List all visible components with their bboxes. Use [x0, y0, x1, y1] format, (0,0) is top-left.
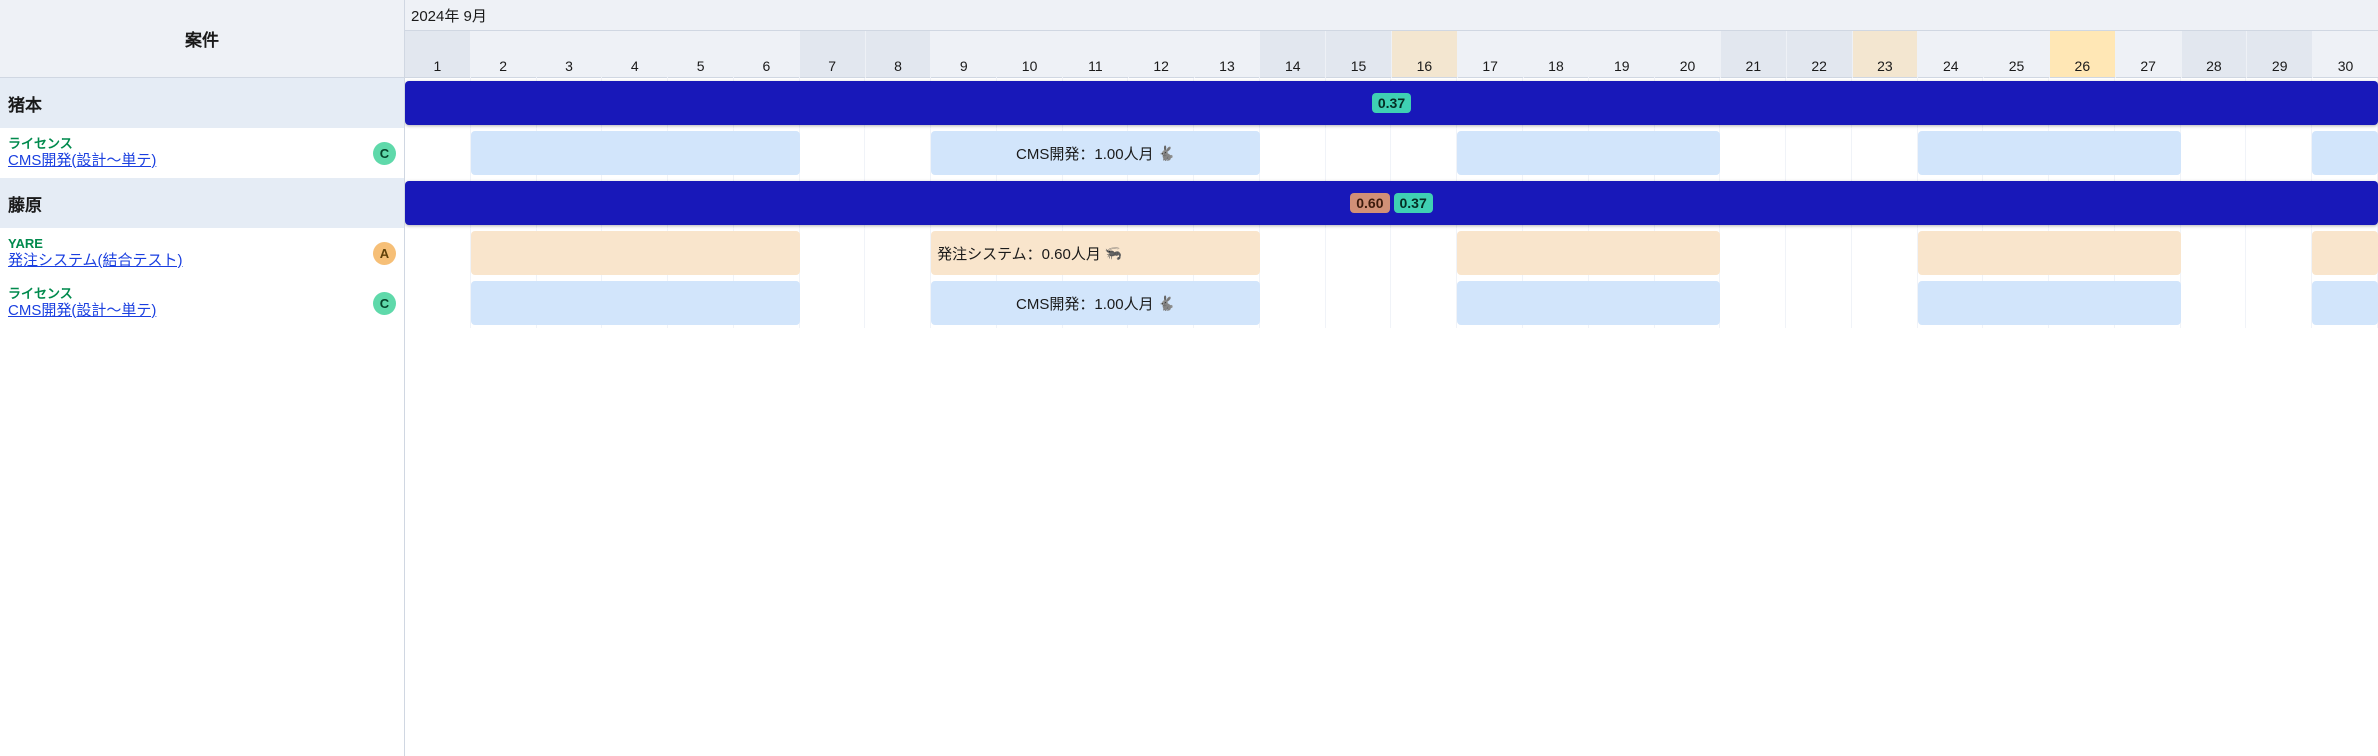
task-bar[interactable]: [1457, 131, 1720, 175]
task-category: YARE: [8, 236, 183, 252]
task-link[interactable]: 発注システム(結合テスト): [8, 252, 183, 270]
task-bar[interactable]: [471, 281, 800, 325]
task-category: ライセンス: [8, 286, 156, 302]
day-header: 22: [1787, 31, 1852, 78]
task-bar[interactable]: [2312, 131, 2378, 175]
rank-badge: C: [373, 142, 396, 165]
day-header: 18: [1524, 31, 1589, 78]
day-header: 20: [1655, 31, 1720, 78]
summary-bar[interactable]: 0.600.37: [405, 181, 2378, 225]
rabbit-icon: [1158, 145, 1175, 162]
day-header: 11: [1063, 31, 1128, 78]
task-bar[interactable]: [2312, 281, 2378, 325]
task-link[interactable]: CMS開発(設計〜単テ): [8, 302, 156, 320]
task-bar[interactable]: [471, 131, 800, 175]
rank-badge: C: [373, 292, 396, 315]
day-header: 21: [1721, 31, 1786, 78]
day-header: 7: [800, 31, 865, 78]
day-header: 1: [405, 31, 470, 78]
load-chip: 0.60: [1350, 193, 1389, 213]
rank-badge: A: [373, 242, 396, 265]
day-header: 14: [1260, 31, 1325, 78]
task-category: ライセンス: [8, 136, 156, 152]
load-chip: 0.37: [1372, 93, 1411, 113]
task-bar-label: CMS開発：1.00人月: [1016, 143, 1154, 164]
day-header: 8: [866, 31, 931, 78]
day-header: 29: [2247, 31, 2312, 78]
days-header: 1234567891011121314151617181920212223242…: [405, 31, 2378, 78]
column-header-project: 案件: [0, 0, 404, 78]
month-label: 2024年 9月: [405, 0, 2378, 31]
resource-name: 猪本: [0, 78, 404, 128]
shrimp-icon: [1105, 245, 1122, 262]
day-header: 2: [471, 31, 536, 78]
day-header: 3: [537, 31, 602, 78]
rabbit-icon: [1158, 295, 1175, 312]
day-header: 4: [602, 31, 667, 78]
task-link[interactable]: CMS開発(設計〜単テ): [8, 152, 156, 170]
task-bar[interactable]: [1457, 281, 1720, 325]
day-header: 15: [1326, 31, 1391, 78]
task-bar[interactable]: CMS開発：1.00人月: [931, 281, 1260, 325]
task-bar[interactable]: [471, 231, 800, 275]
task-bar[interactable]: [2312, 231, 2378, 275]
day-header: 10: [997, 31, 1062, 78]
day-header: 25: [1984, 31, 2049, 78]
load-chip: 0.37: [1394, 193, 1433, 213]
resource-name: 藤原: [0, 178, 404, 228]
day-header: 27: [2116, 31, 2181, 78]
day-header: 30: [2313, 31, 2378, 78]
task-bar[interactable]: 発注システム：0.60人月: [931, 231, 1260, 275]
day-header: 23: [1853, 31, 1918, 78]
task-bar-label: CMS開発：1.00人月: [1016, 293, 1154, 314]
summary-bar[interactable]: 0.37: [405, 81, 2378, 125]
task-bar[interactable]: [1457, 231, 1720, 275]
day-header: 28: [2182, 31, 2247, 78]
task-bar[interactable]: [1918, 131, 2181, 175]
task-bar[interactable]: [1918, 281, 2181, 325]
day-header: 6: [734, 31, 799, 78]
task-bar[interactable]: CMS開発：1.00人月: [931, 131, 1260, 175]
day-header: 26: [2050, 31, 2115, 78]
day-header: 19: [1589, 31, 1654, 78]
day-header: 24: [1918, 31, 1983, 78]
day-header: 9: [931, 31, 996, 78]
day-header: 13: [1195, 31, 1260, 78]
day-header: 17: [1458, 31, 1523, 78]
day-header: 5: [668, 31, 733, 78]
task-bar-label: 発注システム：0.60人月: [937, 243, 1101, 264]
day-header: 16: [1392, 31, 1457, 78]
task-bar[interactable]: [1918, 231, 2181, 275]
day-header: 12: [1129, 31, 1194, 78]
